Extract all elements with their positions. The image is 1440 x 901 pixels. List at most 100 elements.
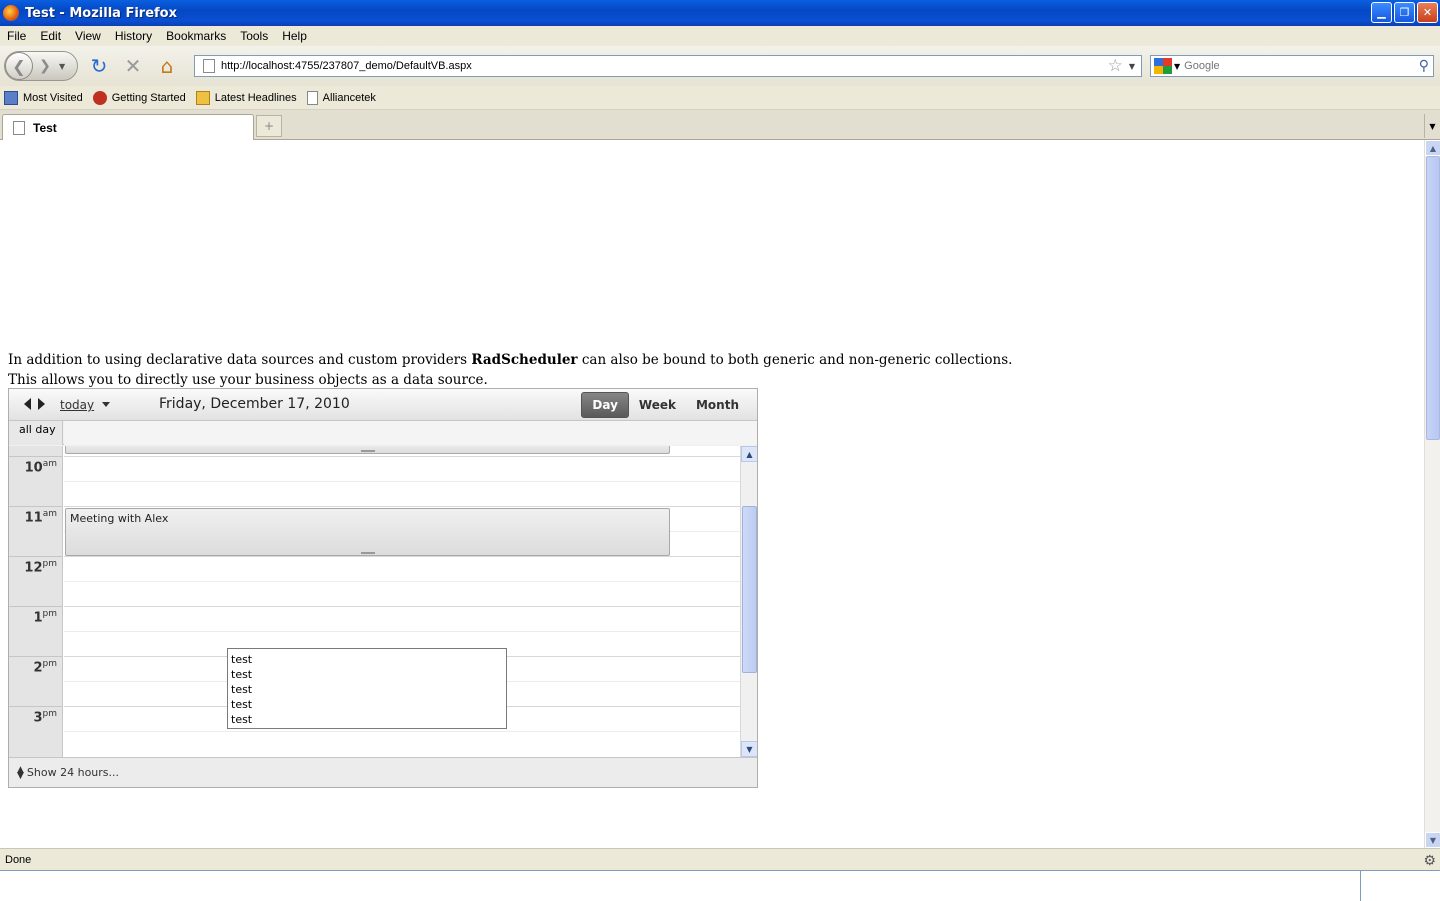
bookmark-label: Getting Started (111, 91, 186, 104)
appointment-partial[interactable] (65, 446, 670, 454)
slot[interactable] (64, 556, 740, 557)
stop-icon: ✕ (124, 54, 142, 78)
hour-label: 10am (9, 456, 63, 506)
close-button[interactable]: ✕ (1417, 2, 1438, 23)
slot[interactable] (64, 606, 740, 607)
list-item[interactable]: test (231, 667, 506, 682)
menu-view[interactable]: View (68, 29, 108, 43)
bookmark-latest-headlines[interactable]: Latest Headlines (195, 90, 297, 105)
selected-date: Friday, December 17, 2010 (159, 396, 350, 412)
page-scrollbar[interactable]: ▲ ▼ (1424, 140, 1440, 848)
stop-button[interactable]: ✕ (120, 53, 146, 79)
hour-label: 11am (9, 506, 63, 556)
appointment[interactable]: Meeting with Alex (65, 508, 670, 556)
all-day-label: all day (9, 421, 63, 445)
tab-day[interactable]: Day (581, 392, 629, 418)
search-bar: ▼ ⚲ (1150, 55, 1434, 77)
slot[interactable] (64, 581, 740, 582)
slot[interactable] (64, 481, 740, 482)
home-button[interactable]: ⌂ (154, 53, 180, 79)
menu-help[interactable]: Help (275, 29, 314, 43)
scroll-down-icon[interactable]: ▼ (741, 741, 757, 757)
list-item[interactable]: test (231, 697, 506, 712)
google-engine-icon[interactable] (1154, 58, 1172, 74)
bookmark-label: Alliancetek (322, 91, 376, 104)
tab-bar: Test + ▼ (0, 110, 1440, 140)
reload-button[interactable]: ↻ (86, 53, 112, 79)
intro-text: In addition to using declarative data so… (8, 350, 1012, 390)
slot[interactable] (64, 506, 740, 507)
hour-label: 3pm (9, 706, 63, 756)
tab-test[interactable]: Test (2, 114, 254, 140)
scheduler-header: today Friday, December 17, 2010 Day Week… (9, 389, 757, 421)
hour-label: 1pm (9, 606, 63, 656)
firefox-icon (3, 5, 19, 21)
menu-tools[interactable]: Tools (233, 29, 275, 43)
all-day-row: all day (9, 421, 757, 445)
scroll-thumb[interactable] (742, 506, 757, 673)
forward-button[interactable]: ❯ (33, 55, 57, 77)
status-bar: Done ⚙ (0, 848, 1440, 870)
search-input[interactable] (1184, 60, 1419, 72)
hour-label: 2pm (9, 656, 63, 706)
bookmark-most-visited[interactable]: Most Visited (4, 90, 83, 105)
tab-month[interactable]: Month (686, 392, 749, 418)
firefox-bookmark-icon (92, 90, 107, 105)
url-dropdown-icon[interactable]: ▼ (1129, 62, 1135, 71)
menu-file[interactable]: File (0, 29, 33, 43)
url-input[interactable] (221, 60, 1108, 72)
back-button[interactable]: ❮ (5, 52, 33, 80)
show-24-hours-link[interactable]: Show 24 hours... (27, 766, 119, 779)
next-day-icon[interactable] (38, 398, 45, 410)
slot[interactable] (64, 456, 740, 457)
slot[interactable] (64, 731, 740, 732)
forward-arrow-icon: ❯ (39, 58, 51, 74)
new-tab-button[interactable]: + (256, 115, 282, 137)
previous-day-icon[interactable] (24, 398, 31, 410)
view-switcher: Day Week Month (581, 392, 749, 418)
all-day-cell[interactable] (64, 421, 757, 445)
menu-history[interactable]: History (108, 29, 159, 43)
tab-title: Test (33, 120, 57, 135)
expand-icon: ▲ ▼ (17, 764, 24, 781)
list-item[interactable]: test (231, 712, 506, 727)
bookmark-star-icon[interactable]: ☆ (1108, 56, 1123, 76)
bookmarks-toolbar: Most Visited Getting Started Latest Head… (0, 86, 1440, 110)
scheduler-scrollbar[interactable]: ▲ ▼ (740, 446, 757, 757)
resize-grip-icon[interactable] (361, 552, 375, 554)
search-engine-dropdown-icon[interactable]: ▼ (1174, 62, 1180, 71)
list-all-tabs-button[interactable]: ▼ (1424, 114, 1440, 138)
list-item[interactable]: test (231, 652, 506, 667)
rss-folder-icon (195, 90, 210, 105)
page-icon (13, 120, 25, 135)
scroll-up-icon[interactable]: ▲ (1425, 140, 1440, 156)
bookmark-getting-started[interactable]: Getting Started (92, 90, 186, 105)
window-title: Test - Mozilla Firefox (25, 5, 177, 21)
today-button[interactable]: today (60, 398, 94, 412)
minimize-button[interactable]: ▁ (1371, 2, 1392, 23)
scroll-up-icon[interactable]: ▲ (741, 446, 757, 462)
resize-grip-icon[interactable] (361, 450, 375, 452)
scheduler-footer: ▲ ▼ Show 24 hours... (9, 757, 757, 787)
history-dropdown-icon[interactable]: ▼ (59, 62, 65, 71)
bottom-strip (0, 870, 1440, 901)
bookmark-label: Latest Headlines (214, 91, 297, 104)
reload-icon: ↻ (90, 54, 108, 78)
bookmark-alliancetek[interactable]: Alliancetek (306, 90, 376, 105)
addon-gear-icon[interactable]: ⚙ (1423, 852, 1436, 869)
scroll-down-icon[interactable]: ▼ (1425, 832, 1440, 848)
scroll-thumb[interactable] (1426, 156, 1440, 440)
hour-label: 12pm (9, 556, 63, 606)
date-picker-dropdown-icon[interactable] (102, 402, 110, 407)
slot[interactable] (64, 631, 740, 632)
appointment-subject: Meeting with Alex (70, 512, 169, 525)
tab-week[interactable]: Week (629, 392, 686, 418)
window-controls: ▁ ❐ ✕ (1371, 2, 1438, 23)
list-item[interactable]: test (231, 682, 506, 697)
menu-edit[interactable]: Edit (33, 29, 68, 43)
restore-button[interactable]: ❐ (1394, 2, 1415, 23)
intro-line-2: This allows you to directly use your bus… (8, 372, 488, 388)
search-icon[interactable]: ⚲ (1419, 58, 1429, 74)
intro-line-1: In addition to using declarative data so… (8, 352, 1013, 368)
menu-bookmarks[interactable]: Bookmarks (159, 29, 233, 43)
